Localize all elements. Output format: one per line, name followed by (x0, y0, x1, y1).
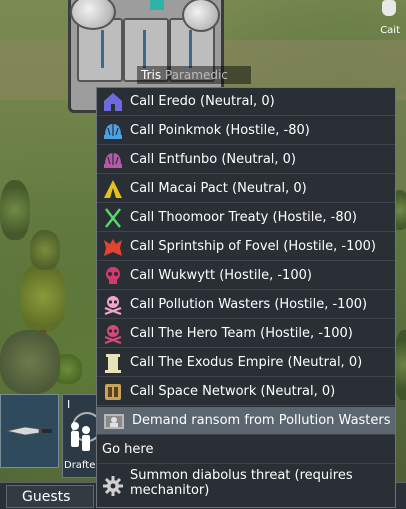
pawn-name-label[interactable]: Tris Paramedic (137, 66, 251, 84)
colonist-slot-number: I (67, 398, 71, 411)
faction-beast-icon (104, 238, 122, 256)
menu-item-call-the-exodus-empire[interactable]: Call The Exodus Empire (Neutral, 0) (97, 349, 395, 377)
menu-item-call-the-hero-team[interactable]: Call The Hero Team (Hostile, -100) (97, 320, 395, 348)
faction-skull-crossbones-icon (104, 295, 122, 315)
tree[interactable] (0, 180, 30, 240)
pawn-avatar[interactable] (382, 0, 396, 16)
other-pawn-label[interactable]: Cait (380, 25, 400, 36)
ransom-prisoner-icon (104, 413, 124, 429)
pawn-name: Tris (141, 68, 162, 82)
faction-house-icon (104, 92, 122, 111)
tab-guests[interactable]: Guests (6, 485, 94, 508)
people-icon (71, 422, 90, 451)
faction-skull-crossbones-icon (104, 324, 122, 344)
tree[interactable] (30, 230, 60, 270)
faction-tent-icon (104, 179, 122, 198)
menu-item-call-sprintship-of-fovel[interactable]: Call Sprintship of Fovel (Hostile, -100) (97, 233, 395, 261)
pawn-role: Paramedic (164, 68, 228, 82)
knife-icon (6, 426, 52, 436)
menu-item-call-eredo[interactable]: Call Eredo (Neutral, 0) (97, 88, 395, 116)
faction-helmet-icon (104, 152, 122, 168)
menu-item-call-space-network[interactable]: Call Space Network (Neutral, 0) (97, 378, 395, 406)
menu-item-summon-diabolus[interactable]: Summon diabolus threat (requires mechani… (97, 465, 395, 507)
menu-item-call-macai-pact[interactable]: Call Macai Pact (Neutral, 0) (97, 175, 395, 203)
equipment-slot[interactable] (0, 394, 59, 468)
float-menu: Call Eredo (Neutral, 0) Call Poinkmok (H… (96, 87, 396, 508)
faction-crossed-blades-icon (105, 207, 121, 228)
menu-item-call-wukwytt[interactable]: Call Wukwytt (Hostile, -100) (97, 262, 395, 290)
tree[interactable] (20, 262, 66, 348)
faction-machine-icon (105, 383, 121, 400)
faction-pillar-icon (105, 353, 121, 373)
menu-item-call-thoomoor-treaty[interactable]: Call Thoomoor Treaty (Hostile, -80) (97, 204, 395, 232)
gear-icon (103, 476, 123, 496)
bush[interactable] (0, 330, 60, 394)
console-light (150, 0, 164, 10)
faction-skull-icon (106, 266, 120, 284)
menu-item-call-poinkmok[interactable]: Call Poinkmok (Hostile, -80) (97, 117, 395, 145)
menu-item-go-here[interactable]: Go here (97, 436, 395, 464)
menu-item-call-entfunbo[interactable]: Call Entfunbo (Neutral, 0) (97, 146, 395, 174)
drafted-label: Drafte (64, 460, 96, 471)
menu-item-call-pollution-wasters[interactable]: Call Pollution Wasters (Hostile, -100) (97, 291, 395, 319)
menu-item-demand-ransom[interactable]: Demand ransom from Pollution Wasters (97, 407, 395, 435)
faction-helmet-icon (104, 123, 122, 139)
